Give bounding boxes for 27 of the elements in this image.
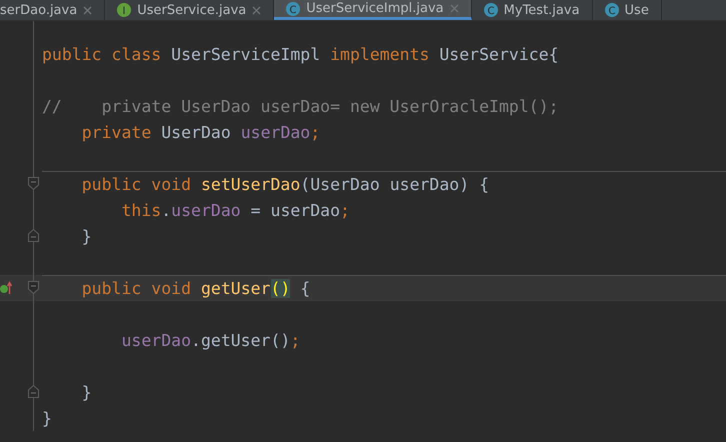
fold-icon[interactable] [28,385,39,398]
code-line: // private UserDao userDao= new UserOracleImpl(); [42,97,559,116]
implements-marker-icon[interactable] [0,281,12,295]
close-icon[interactable] [450,4,459,13]
fold-icon[interactable] [28,177,39,190]
editor-tab[interactable]: C Use [592,0,662,20]
close-icon[interactable] [83,6,92,14]
code-line: } [80,227,92,246]
code-line: userDao.getUser(); [120,331,300,350]
editor-tab[interactable]: C UserServiceImpl.java [274,0,472,20]
code-line: private UserDao userDao; [80,123,320,142]
file-type-icon: C [286,2,300,16]
file-type-icon: C [604,3,619,17]
code-line: public void getUser() { [80,279,310,298]
fold-icon[interactable] [28,281,39,294]
editor-tab[interactable]: serDao.java [0,0,106,20]
close-icon[interactable] [252,6,262,14]
file-type-icon: I [117,3,132,17]
editor-tab[interactable]: C MyTest.java [472,0,593,20]
file-type-icon: C [484,3,498,17]
code-line: public void setUserDao(UserDao userDao) { [80,175,490,194]
editor-tab[interactable]: I UserService.java [105,0,274,20]
fold-icon[interactable] [28,229,39,242]
code-line: } [42,409,52,428]
code-line: public class UserServiceImpl implements UserService{ [42,45,559,64]
code-line: } [80,383,92,402]
code-line: this.userDao = userDao; [120,201,350,220]
